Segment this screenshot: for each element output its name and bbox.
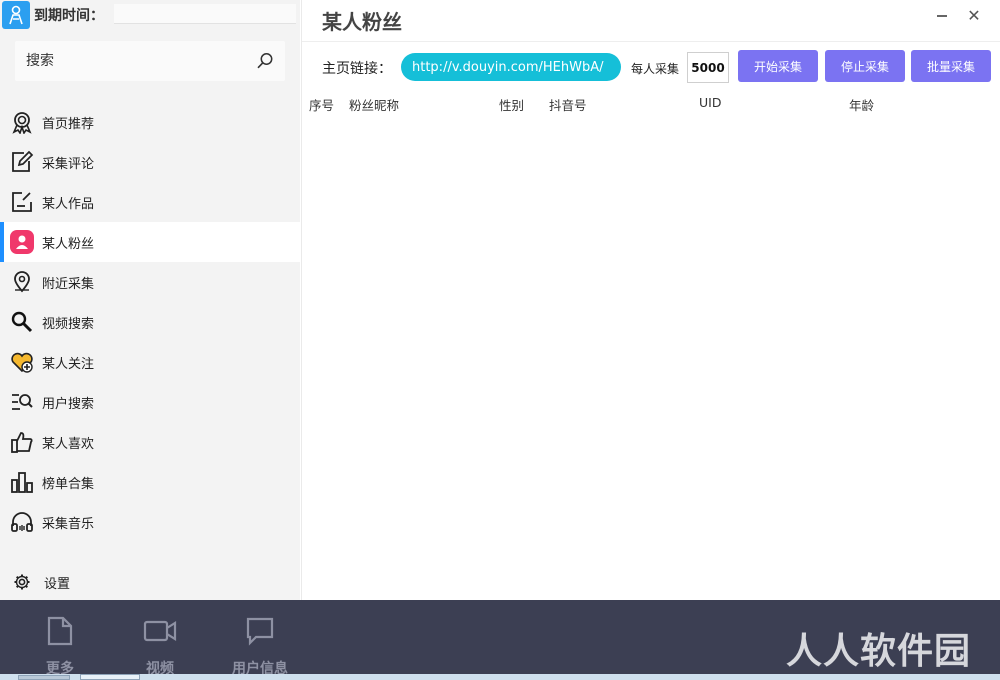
sidebar-item-label: 采集评论 bbox=[42, 156, 95, 172]
sidebar-item-user-likes[interactable]: 某人喜欢 bbox=[0, 422, 300, 462]
tab-label: 用户信息 bbox=[232, 661, 288, 674]
watermark: 人人软件园 bbox=[786, 631, 972, 672]
bar-chart-icon bbox=[10, 470, 34, 494]
sidebar-item-label: 首页推荐 bbox=[42, 116, 95, 132]
stop-collect-button[interactable]: 停止采集 bbox=[825, 50, 905, 82]
edit-icon bbox=[10, 150, 34, 174]
main-panel: 某人粉丝 ✕ 主页链接： 每人采集 开始采集 停止采集 批量采集 序号 粉丝昵称… bbox=[301, 0, 1000, 600]
sidebar-item-user-following[interactable]: 某人关注 bbox=[0, 342, 300, 382]
document-icon bbox=[46, 616, 74, 650]
sidebar-item-collect-music[interactable]: 采集音乐 bbox=[0, 502, 300, 542]
chat-bubble-icon bbox=[245, 616, 275, 650]
taskbar-button[interactable] bbox=[80, 674, 140, 680]
sidebar-nav: 首页推荐 采集评论 某人作品 某人粉丝 附近采集 视频搜索 某人关注 用户搜索 … bbox=[0, 102, 300, 542]
sidebar-item-user-search[interactable]: 用户搜索 bbox=[0, 382, 300, 422]
sidebar-item-user-works[interactable]: 某人作品 bbox=[0, 182, 300, 222]
sidebar-item-user-fans[interactable]: 某人粉丝 bbox=[0, 222, 300, 262]
list-search-icon bbox=[10, 390, 34, 414]
sidebar-item-video-search[interactable]: 视频搜索 bbox=[0, 302, 300, 342]
gear-icon bbox=[10, 570, 34, 594]
video-camera-icon bbox=[143, 616, 177, 650]
sidebar: 到期时间： 首页推荐 采集评论 bbox=[0, 0, 300, 600]
per-user-count-input[interactable] bbox=[687, 52, 729, 83]
column-header-age: 年龄 bbox=[849, 98, 875, 113]
sidebar-item-label: 采集音乐 bbox=[42, 516, 95, 532]
heart-add-icon bbox=[10, 350, 34, 374]
column-header-index: 序号 bbox=[309, 98, 335, 113]
per-user-label: 每人采集 bbox=[631, 62, 680, 76]
sidebar-item-label: 某人关注 bbox=[42, 356, 95, 372]
sidebar-item-label: 某人粉丝 bbox=[42, 236, 95, 252]
column-header-douyin-id: 抖音号 bbox=[549, 98, 587, 113]
location-pin-icon bbox=[10, 270, 34, 294]
expiry-value-bar bbox=[114, 4, 296, 24]
tab-label: 视频 bbox=[146, 661, 174, 674]
sidebar-item-nearby[interactable]: 附近采集 bbox=[0, 262, 300, 302]
sidebar-item-label: 视频搜索 bbox=[42, 316, 95, 332]
sidebar-search bbox=[15, 41, 285, 81]
sidebar-item-label: 附近采集 bbox=[42, 276, 95, 292]
close-button[interactable]: ✕ bbox=[964, 5, 984, 25]
search-icon bbox=[10, 310, 34, 334]
search-input[interactable] bbox=[15, 41, 245, 81]
os-taskbar bbox=[0, 674, 1000, 680]
search-icon[interactable] bbox=[245, 41, 285, 81]
note-icon bbox=[10, 190, 34, 214]
settings-label: 设置 bbox=[44, 576, 71, 592]
column-header-nickname: 粉丝昵称 bbox=[349, 98, 400, 113]
batch-collect-button[interactable]: 批量采集 bbox=[911, 50, 991, 82]
start-collect-button[interactable]: 开始采集 bbox=[738, 50, 818, 82]
sidebar-item-home-recommend[interactable]: 首页推荐 bbox=[0, 102, 300, 142]
user-icon bbox=[10, 230, 34, 254]
control-row: 主页链接： 每人采集 开始采集 停止采集 批量采集 bbox=[302, 50, 1000, 84]
tab-user-info[interactable]: 用户信息 bbox=[225, 616, 295, 674]
homepage-url-input[interactable] bbox=[401, 53, 621, 81]
sidebar-item-label: 用户搜索 bbox=[42, 396, 95, 412]
taskbar-button[interactable] bbox=[18, 675, 70, 680]
table-header: 序号 粉丝昵称 性别 抖音号 UID 年龄 bbox=[302, 92, 1000, 114]
minimize-button[interactable] bbox=[932, 6, 952, 26]
url-label: 主页链接： bbox=[322, 61, 392, 77]
column-header-uid: UID bbox=[699, 95, 722, 110]
page-title: 某人粉丝 bbox=[322, 10, 402, 34]
tab-video[interactable]: 视频 bbox=[125, 616, 195, 674]
sidebar-item-settings[interactable]: 设置 bbox=[0, 562, 300, 602]
expiry-label: 到期时间： bbox=[34, 8, 104, 24]
app-logo-icon bbox=[2, 1, 30, 29]
tab-more[interactable]: 更多 bbox=[25, 616, 95, 674]
expiry-header: 到期时间： bbox=[0, 0, 300, 30]
column-header-gender: 性别 bbox=[499, 98, 525, 113]
sidebar-item-label: 榜单合集 bbox=[42, 476, 95, 492]
minimize-icon bbox=[937, 15, 947, 17]
tab-label: 更多 bbox=[46, 661, 74, 674]
bottom-bar: 更多 视频 用户信息 人人软件园 bbox=[0, 600, 1000, 674]
title-divider bbox=[302, 41, 1000, 42]
sidebar-item-label: 某人喜欢 bbox=[42, 436, 95, 452]
headphones-icon bbox=[10, 510, 34, 534]
close-icon: ✕ bbox=[967, 5, 981, 25]
sidebar-item-collect-comments[interactable]: 采集评论 bbox=[0, 142, 300, 182]
thumbs-up-icon bbox=[10, 430, 34, 454]
sidebar-item-rankings[interactable]: 榜单合集 bbox=[0, 462, 300, 502]
award-icon bbox=[10, 110, 34, 134]
app-window: 到期时间： 首页推荐 采集评论 bbox=[0, 0, 1000, 600]
sidebar-item-label: 某人作品 bbox=[42, 196, 95, 212]
